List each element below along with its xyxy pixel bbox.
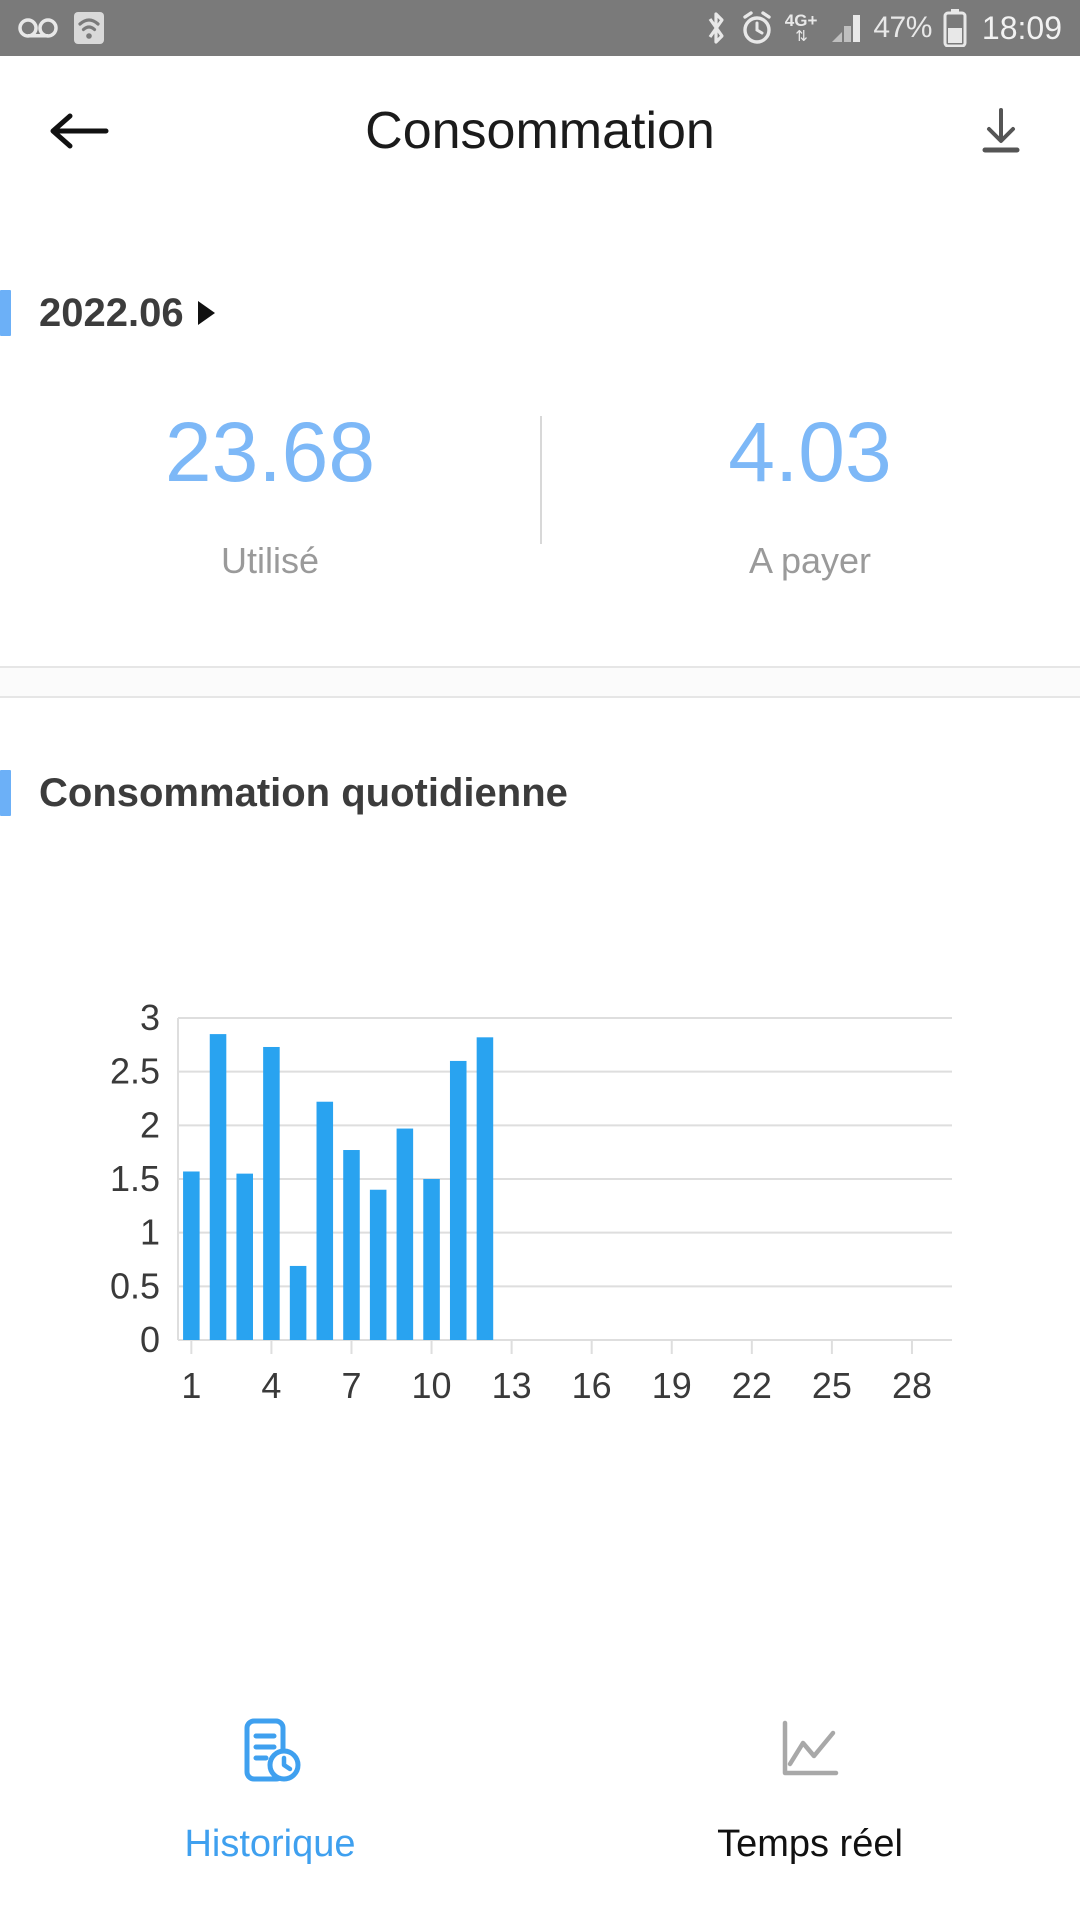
accent-bar <box>0 290 11 336</box>
triangle-right-icon <box>197 301 215 325</box>
daily-consumption-chart[interactable]: 0 0.5 1 1.5 2 2.5 3 1 4 7 10 13 16 19 22 25 28 <box>0 1002 1080 1422</box>
chart-bar[interactable] <box>369 1189 387 1340</box>
battery-percent-label: 47% <box>873 11 932 44</box>
bar-chart-svg[interactable]: 0 0.5 1 1.5 2 2.5 3 1 4 7 10 13 16 19 22 25 28 <box>0 1002 1080 1422</box>
x-axis-tick-label: 22 <box>732 1365 772 1406</box>
y-axis-tick-label: 3 <box>140 1002 160 1038</box>
status-bar: 4G+ ⇅ 47% 18:09 <box>0 0 1080 56</box>
divider-line-bottom <box>0 696 1080 698</box>
chart-bar[interactable] <box>316 1101 334 1340</box>
period-label-group[interactable]: 2022.06 <box>39 291 215 336</box>
accent-bar <box>0 770 11 816</box>
daily-consumption-header: Consommation quotidienne <box>0 764 1080 822</box>
line-chart-icon <box>773 1714 847 1793</box>
stat-used: 23.68 Utilisé <box>0 410 540 582</box>
chart-bar[interactable] <box>183 1171 200 1340</box>
x-axis-tick-label: 1 <box>181 1365 201 1406</box>
chart-bar[interactable] <box>343 1150 360 1340</box>
x-axis-tick-label: 25 <box>812 1365 852 1406</box>
battery-icon <box>943 9 967 47</box>
y-axis-tick-label: 1 <box>140 1212 160 1253</box>
voicemail-icon <box>18 15 58 41</box>
signal-icon <box>828 12 862 44</box>
chart-bar[interactable] <box>449 1060 467 1340</box>
x-axis-tick-label: 13 <box>492 1365 532 1406</box>
x-axis-tick-label: 4 <box>261 1365 281 1406</box>
period-label: 2022.06 <box>39 290 184 335</box>
divider-band <box>0 668 1080 696</box>
y-axis-tick-label: 0 <box>140 1319 160 1360</box>
clock-label: 18:09 <box>981 9 1062 46</box>
stat-topay-label: A payer <box>748 540 872 581</box>
x-axis-tick-label: 28 <box>892 1365 932 1406</box>
back-button[interactable] <box>44 96 114 166</box>
download-button[interactable] <box>966 96 1036 166</box>
app-bar: Consommation <box>0 56 1080 206</box>
bluetooth-icon <box>703 9 729 47</box>
chart-bar[interactable] <box>263 1046 280 1340</box>
chart-bar[interactable] <box>396 1128 414 1340</box>
wifi-icon <box>72 11 106 45</box>
network-4gplus-icon: 4G+ ⇅ <box>784 11 818 45</box>
bottom-navigation: Historique Temps réel <box>0 1660 1080 1920</box>
y-axis-tick-label: 2.5 <box>110 1051 160 1092</box>
section-divider <box>0 666 1080 698</box>
y-axis-tick-label: 2 <box>140 1104 160 1145</box>
nav-item-temps-reel[interactable]: Temps réel <box>540 1714 1080 1866</box>
y-axis-tick-label: 0.5 <box>110 1265 160 1306</box>
arrow-left-icon <box>50 113 109 149</box>
chart-bar[interactable] <box>209 1034 227 1340</box>
summary-stats: 23.68 Utilisé 4.03 A payer <box>0 410 1080 582</box>
nav-label-temps-reel: Temps réel <box>717 1823 903 1865</box>
history-document-clock-icon <box>233 1714 307 1793</box>
stat-topay: 4.03 A payer <box>540 410 1080 582</box>
nav-label-historique: Historique <box>184 1823 356 1865</box>
x-axis-tick-label: 16 <box>572 1365 612 1406</box>
x-axis-tick-label: 19 <box>652 1365 692 1406</box>
stat-used-label: Utilisé <box>220 540 319 581</box>
y-axis-tick-label: 1.5 <box>110 1158 160 1199</box>
chart-bar[interactable] <box>476 1037 494 1340</box>
stats-divider <box>540 416 542 544</box>
status-bar-right: 4G+ ⇅ 47% 18:09 <box>703 9 1062 47</box>
chart-bar[interactable] <box>236 1173 253 1340</box>
period-selector[interactable]: 2022.06 <box>0 284 1080 342</box>
x-axis-tick-label: 7 <box>341 1365 361 1406</box>
stat-topay-value: 4.03 <box>728 405 892 499</box>
download-icon <box>982 108 1020 153</box>
x-axis-tick-label: 10 <box>412 1365 452 1406</box>
stat-used-value: 23.68 <box>164 405 376 499</box>
page-title: Consommation <box>365 102 715 160</box>
alarm-icon <box>740 10 774 46</box>
chart-bar[interactable] <box>423 1179 440 1340</box>
status-bar-left <box>18 11 106 45</box>
chart-bar[interactable] <box>289 1265 307 1340</box>
nav-item-historique[interactable]: Historique <box>0 1714 540 1866</box>
network-plus-label: + <box>807 11 818 30</box>
daily-consumption-title: Consommation quotidienne <box>39 770 568 815</box>
